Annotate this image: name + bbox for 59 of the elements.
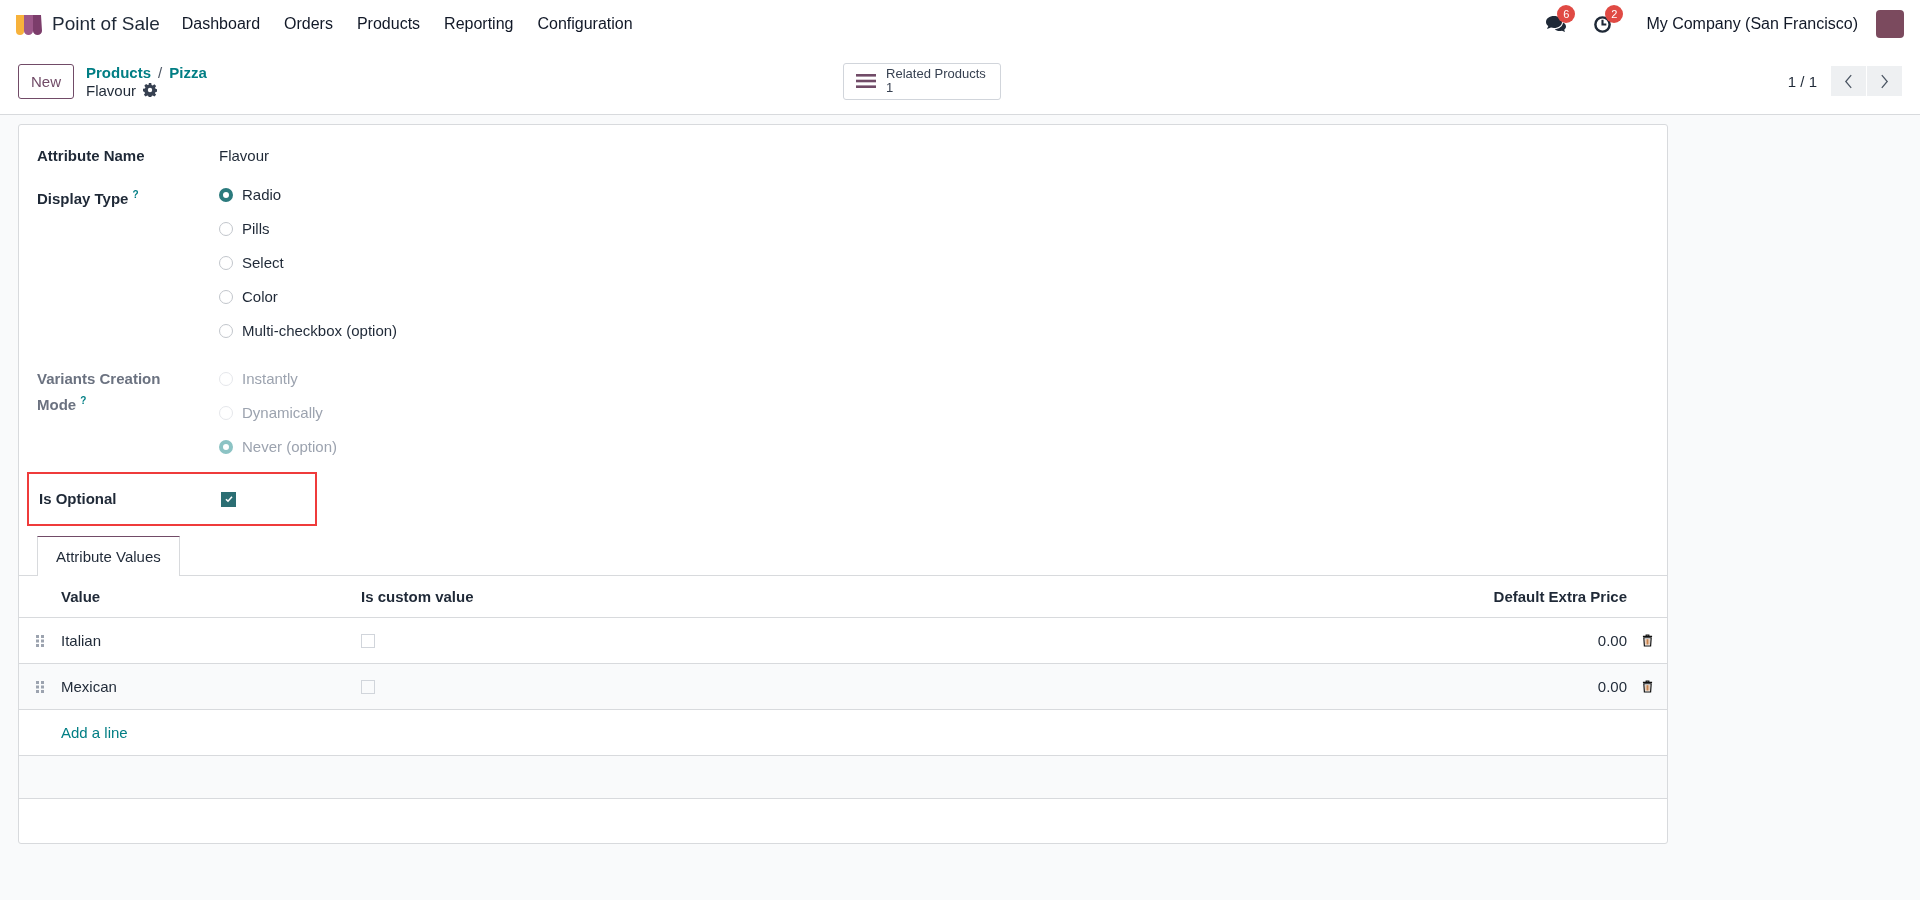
record-title: Flavour [86,81,137,99]
trash-icon[interactable] [1641,680,1653,693]
menu-item[interactable]: Orders [284,15,333,33]
help-tooltip[interactable]: ? [132,189,139,200]
table-cell-text: Italian [61,632,103,649]
radio-label: Instantly [242,369,298,389]
next-button[interactable] [1867,66,1902,96]
column-header[interactable]: Default Extra Price [761,588,1627,605]
new-button[interactable]: New [18,63,74,99]
user-avatar[interactable] [1876,10,1904,38]
radio-button[interactable] [219,290,233,304]
notification-badge: 2 [1605,4,1624,23]
notification-badge: 6 [1557,5,1576,23]
field-label: Display Type $^{?}$ [37,188,140,209]
pager-counter: 1 / 1 [1787,72,1817,90]
radio-label: Color [242,287,278,307]
column-header[interactable]: Value [61,588,361,605]
drag-handle-icon[interactable] [36,680,44,693]
radio-button[interactable] [219,256,233,270]
add-line-link[interactable]: Add a line [61,724,128,741]
table-cell-text: 0.00 [1596,632,1627,649]
table-cell-text: 0.00 [1596,678,1627,695]
checkbox[interactable] [221,491,236,507]
radio-label: Pills [242,219,270,239]
chevron-right-icon [1880,73,1889,89]
related-products-button[interactable]: Related Products 1 [843,62,1001,100]
breadcrumb-link[interactable]: Products [86,63,152,81]
company-switcher[interactable]: My Company (San Francisco) [1646,15,1858,33]
menu-item[interactable]: Reporting [444,15,514,33]
radio-button[interactable] [219,188,233,202]
radio-button[interactable] [219,324,233,338]
awning-logo-icon[interactable] [14,13,44,35]
field-label: Attribute Name [37,146,146,166]
trash-icon[interactable] [1641,634,1653,647]
radio-label: Multi-checkbox (option) [242,321,398,341]
breadcrumb-link[interactable]: Pizza [169,63,207,81]
app-name[interactable]: Point of Sale [52,13,160,35]
radio-button[interactable] [219,222,233,236]
radio-label: Select [242,253,284,273]
clock-icon[interactable] [1593,14,1613,34]
tab[interactable]: Attribute Values [37,536,180,576]
attribute-name-field[interactable]: Flavour [219,145,270,167]
field-label: Is Optional [39,489,118,509]
radio-label: Radio [242,185,282,205]
breadcrumb-separator: / [158,63,163,81]
menu-item[interactable]: Configuration [537,15,633,33]
chevron-left-icon [1844,73,1853,89]
radio-label: Never (option) [242,437,338,457]
list-icon [856,73,877,89]
previous-button[interactable] [1831,66,1866,96]
drag-handle-icon[interactable] [36,634,44,647]
column-header[interactable]: Is custom value [361,588,761,605]
gear-icon[interactable] [143,83,158,97]
radio-label: Dynamically [242,403,323,423]
field-label: Variants Creation Mode $^{?}$ [37,369,162,415]
menu-item[interactable]: Dashboard [181,15,261,33]
checkmark-icon [223,494,234,504]
table-cell-text: Mexican [61,678,118,695]
menu-item[interactable]: Products [356,15,421,33]
